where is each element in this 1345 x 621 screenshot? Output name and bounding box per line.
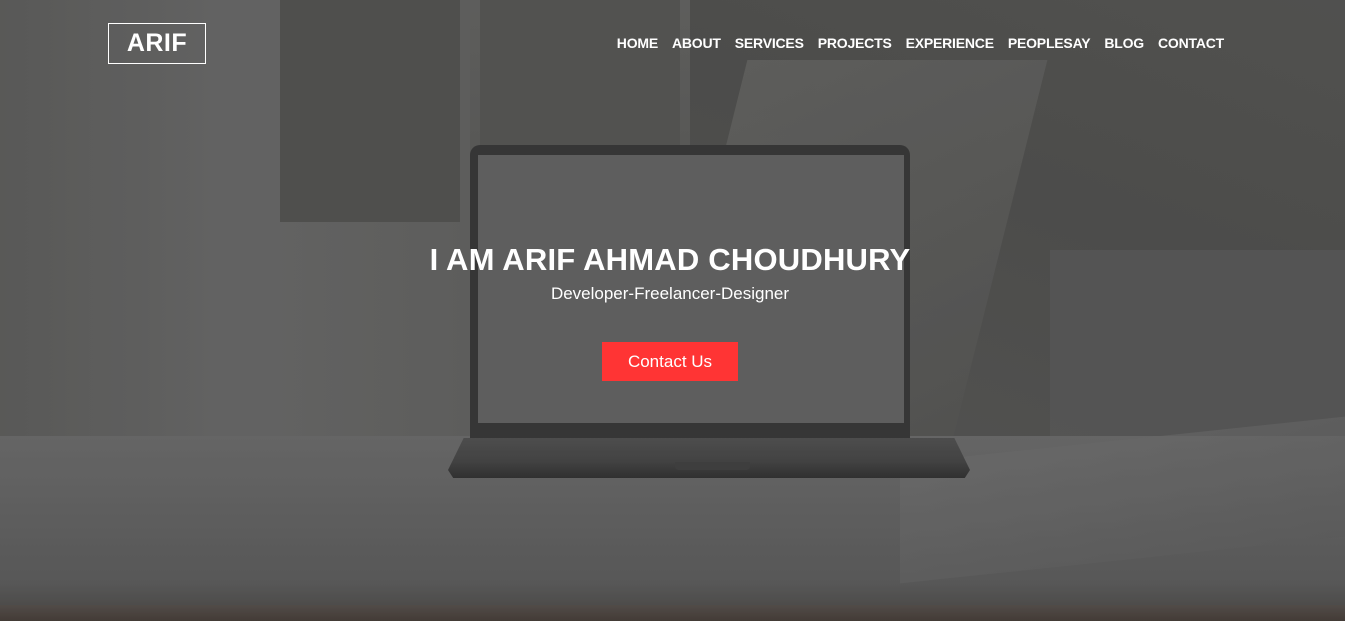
- hero-content: I AM ARIF AHMAD CHOUDHURY Developer-Free…: [0, 240, 1340, 381]
- navbar: ARIF HOME ABOUT SERVICES PROJECTS EXPERI…: [0, 0, 1345, 86]
- nav-link-home[interactable]: HOME: [617, 35, 658, 51]
- nav-item-projects: PROJECTS: [818, 33, 892, 52]
- nav-link-contact[interactable]: CONTACT: [1158, 35, 1224, 51]
- contact-us-button[interactable]: Contact Us: [602, 342, 738, 381]
- nav-item-contact: CONTACT: [1158, 33, 1224, 52]
- hero-title: I AM ARIF AHMAD CHOUDHURY: [429, 242, 911, 277]
- nav-link-peoplesay[interactable]: PEOPLESAY: [1008, 35, 1091, 51]
- nav-link-blog[interactable]: BLOG: [1104, 35, 1144, 51]
- nav-item-home: HOME: [617, 33, 658, 52]
- nav-item-services: SERVICES: [735, 33, 804, 52]
- nav-link-services[interactable]: SERVICES: [735, 35, 804, 51]
- hero-section: ARIF HOME ABOUT SERVICES PROJECTS EXPERI…: [0, 0, 1345, 621]
- nav-item-experience: EXPERIENCE: [906, 33, 994, 52]
- nav-link-experience[interactable]: EXPERIENCE: [906, 35, 994, 51]
- nav-link-projects[interactable]: PROJECTS: [818, 35, 892, 51]
- logo[interactable]: ARIF: [108, 23, 206, 64]
- nav-menu: HOME ABOUT SERVICES PROJECTS EXPERIENCE …: [617, 33, 1224, 52]
- nav-item-about: ABOUT: [672, 33, 721, 52]
- hero-subtitle: Developer-Freelancer-Designer: [550, 284, 790, 303]
- nav-item-blog: BLOG: [1104, 33, 1144, 52]
- nav-item-peoplesay: PEOPLESAY: [1008, 33, 1091, 52]
- nav-link-about[interactable]: ABOUT: [672, 35, 721, 51]
